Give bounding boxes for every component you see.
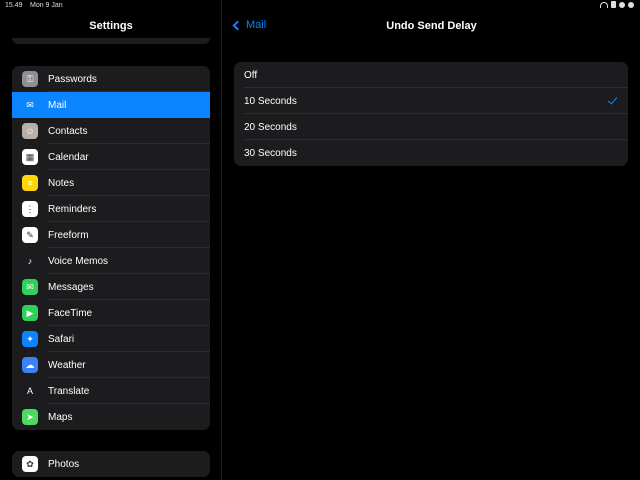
option-10-seconds[interactable]: 10 Seconds bbox=[234, 88, 628, 114]
sidebar-item-voice-memos[interactable]: ♪ Voice Memos bbox=[12, 248, 210, 274]
sidebar-item-label: Calendar bbox=[48, 151, 89, 163]
calendar-icon: ▦ bbox=[22, 149, 38, 165]
sidebar-item-mail[interactable]: ✉ Mail bbox=[12, 92, 210, 118]
sidebar-item-messages[interactable]: ✉ Messages bbox=[12, 274, 210, 300]
sidebar-item-reminders[interactable]: ⋮ Reminders bbox=[12, 196, 210, 222]
sidebar-item-weather[interactable]: ☁ Weather bbox=[12, 352, 210, 378]
sidebar-item-label: Reminders bbox=[48, 203, 97, 215]
option-off[interactable]: Off bbox=[234, 62, 628, 88]
status-icons bbox=[600, 1, 634, 8]
sidebar-item-label: Mail bbox=[48, 99, 67, 111]
checkmark-icon bbox=[607, 94, 618, 105]
undo-delay-options: Off 10 Seconds 20 Seconds 30 Seconds bbox=[234, 62, 628, 166]
sidebar-group-media: ✿ Photos bbox=[12, 451, 210, 477]
sidebar-item-label: Voice Memos bbox=[48, 255, 109, 267]
facetime-icon: ▶ bbox=[22, 305, 38, 321]
notes-icon: ≡ bbox=[22, 175, 38, 191]
sidebar-item-label: Passwords bbox=[48, 73, 97, 85]
sidebar-item-label: Weather bbox=[48, 359, 86, 371]
option-30-seconds[interactable]: 30 Seconds bbox=[234, 140, 628, 166]
weather-icon: ☁ bbox=[22, 357, 38, 373]
sidebar-item-photos[interactable]: ✿ Photos bbox=[12, 451, 210, 477]
option-label: 10 Seconds bbox=[244, 95, 297, 107]
status-bar: 15.49 Mon 9 Jan bbox=[0, 0, 640, 12]
option-20-seconds[interactable]: 20 Seconds bbox=[234, 114, 628, 140]
voice-memos-icon: ♪ bbox=[22, 253, 38, 269]
status-time: 15.49 bbox=[5, 2, 23, 9]
option-label: 30 Seconds bbox=[244, 147, 297, 159]
option-label: Off bbox=[244, 69, 258, 81]
translate-icon: A bbox=[22, 383, 38, 399]
focus-moon-icon bbox=[628, 1, 634, 8]
sidebar-item-notes[interactable]: ≡ Notes bbox=[12, 170, 210, 196]
sidebar-item-label: FaceTime bbox=[48, 307, 93, 319]
sidebar-group-apps: ⚿ Passwords ✉ Mail ☺ Contacts ▦ Calendar ≡ Notes ⋮… bbox=[12, 66, 210, 430]
battery-icon bbox=[611, 1, 616, 8]
sidebar-item-passwords[interactable]: ⚿ Passwords bbox=[12, 66, 210, 92]
sidebar-title: Settings bbox=[89, 20, 133, 32]
sidebar-item-calendar[interactable]: ▦ Calendar bbox=[12, 144, 210, 170]
sidebar-item-safari[interactable]: ✦ Safari bbox=[12, 326, 210, 352]
freeform-icon: ✎ bbox=[22, 227, 38, 243]
sidebar-item-label: Translate bbox=[48, 385, 90, 397]
sidebar-group-previous bbox=[12, 38, 210, 44]
option-label: 20 Seconds bbox=[244, 121, 297, 133]
reminders-icon: ⋮ bbox=[22, 201, 38, 217]
location-icon bbox=[619, 1, 625, 8]
contacts-icon: ☺ bbox=[22, 123, 38, 139]
sidebar-item-label: Contacts bbox=[48, 125, 88, 137]
safari-icon: ✦ bbox=[22, 331, 38, 347]
sidebar-item-translate[interactable]: A Translate bbox=[12, 378, 210, 404]
mail-icon: ✉ bbox=[22, 97, 38, 113]
messages-icon: ✉ bbox=[22, 279, 38, 295]
key-icon: ⚿ bbox=[22, 71, 38, 87]
settings-sidebar: Settings ⚿ Passwords ✉ Mail ☺ Contacts ▦ Calend… bbox=[0, 0, 222, 480]
page-title: Undo Send Delay bbox=[386, 20, 477, 32]
wifi-icon bbox=[600, 1, 608, 8]
sidebar-item-freeform[interactable]: ✎ Freeform bbox=[12, 222, 210, 248]
maps-icon: ➤ bbox=[22, 409, 38, 425]
sidebar-item-label: Photos bbox=[48, 458, 80, 470]
sidebar-item-label: Freeform bbox=[48, 229, 89, 241]
detail-pane: Mail Undo Send Delay Off 10 Seconds 20 Sec… bbox=[223, 0, 640, 480]
sidebar-item-label: Messages bbox=[48, 281, 94, 293]
sidebar-item-contacts[interactable]: ☺ Contacts bbox=[12, 118, 210, 144]
sidebar-item-maps[interactable]: ➤ Maps bbox=[12, 404, 210, 430]
status-date: Mon 9 Jan bbox=[30, 2, 63, 9]
photos-icon: ✿ bbox=[22, 456, 38, 472]
sidebar-item-label: Safari bbox=[48, 333, 75, 345]
sidebar-item-label: Notes bbox=[48, 177, 75, 189]
sidebar-item-label: Maps bbox=[48, 411, 73, 423]
sidebar-item-facetime[interactable]: ▶ FaceTime bbox=[12, 300, 210, 326]
